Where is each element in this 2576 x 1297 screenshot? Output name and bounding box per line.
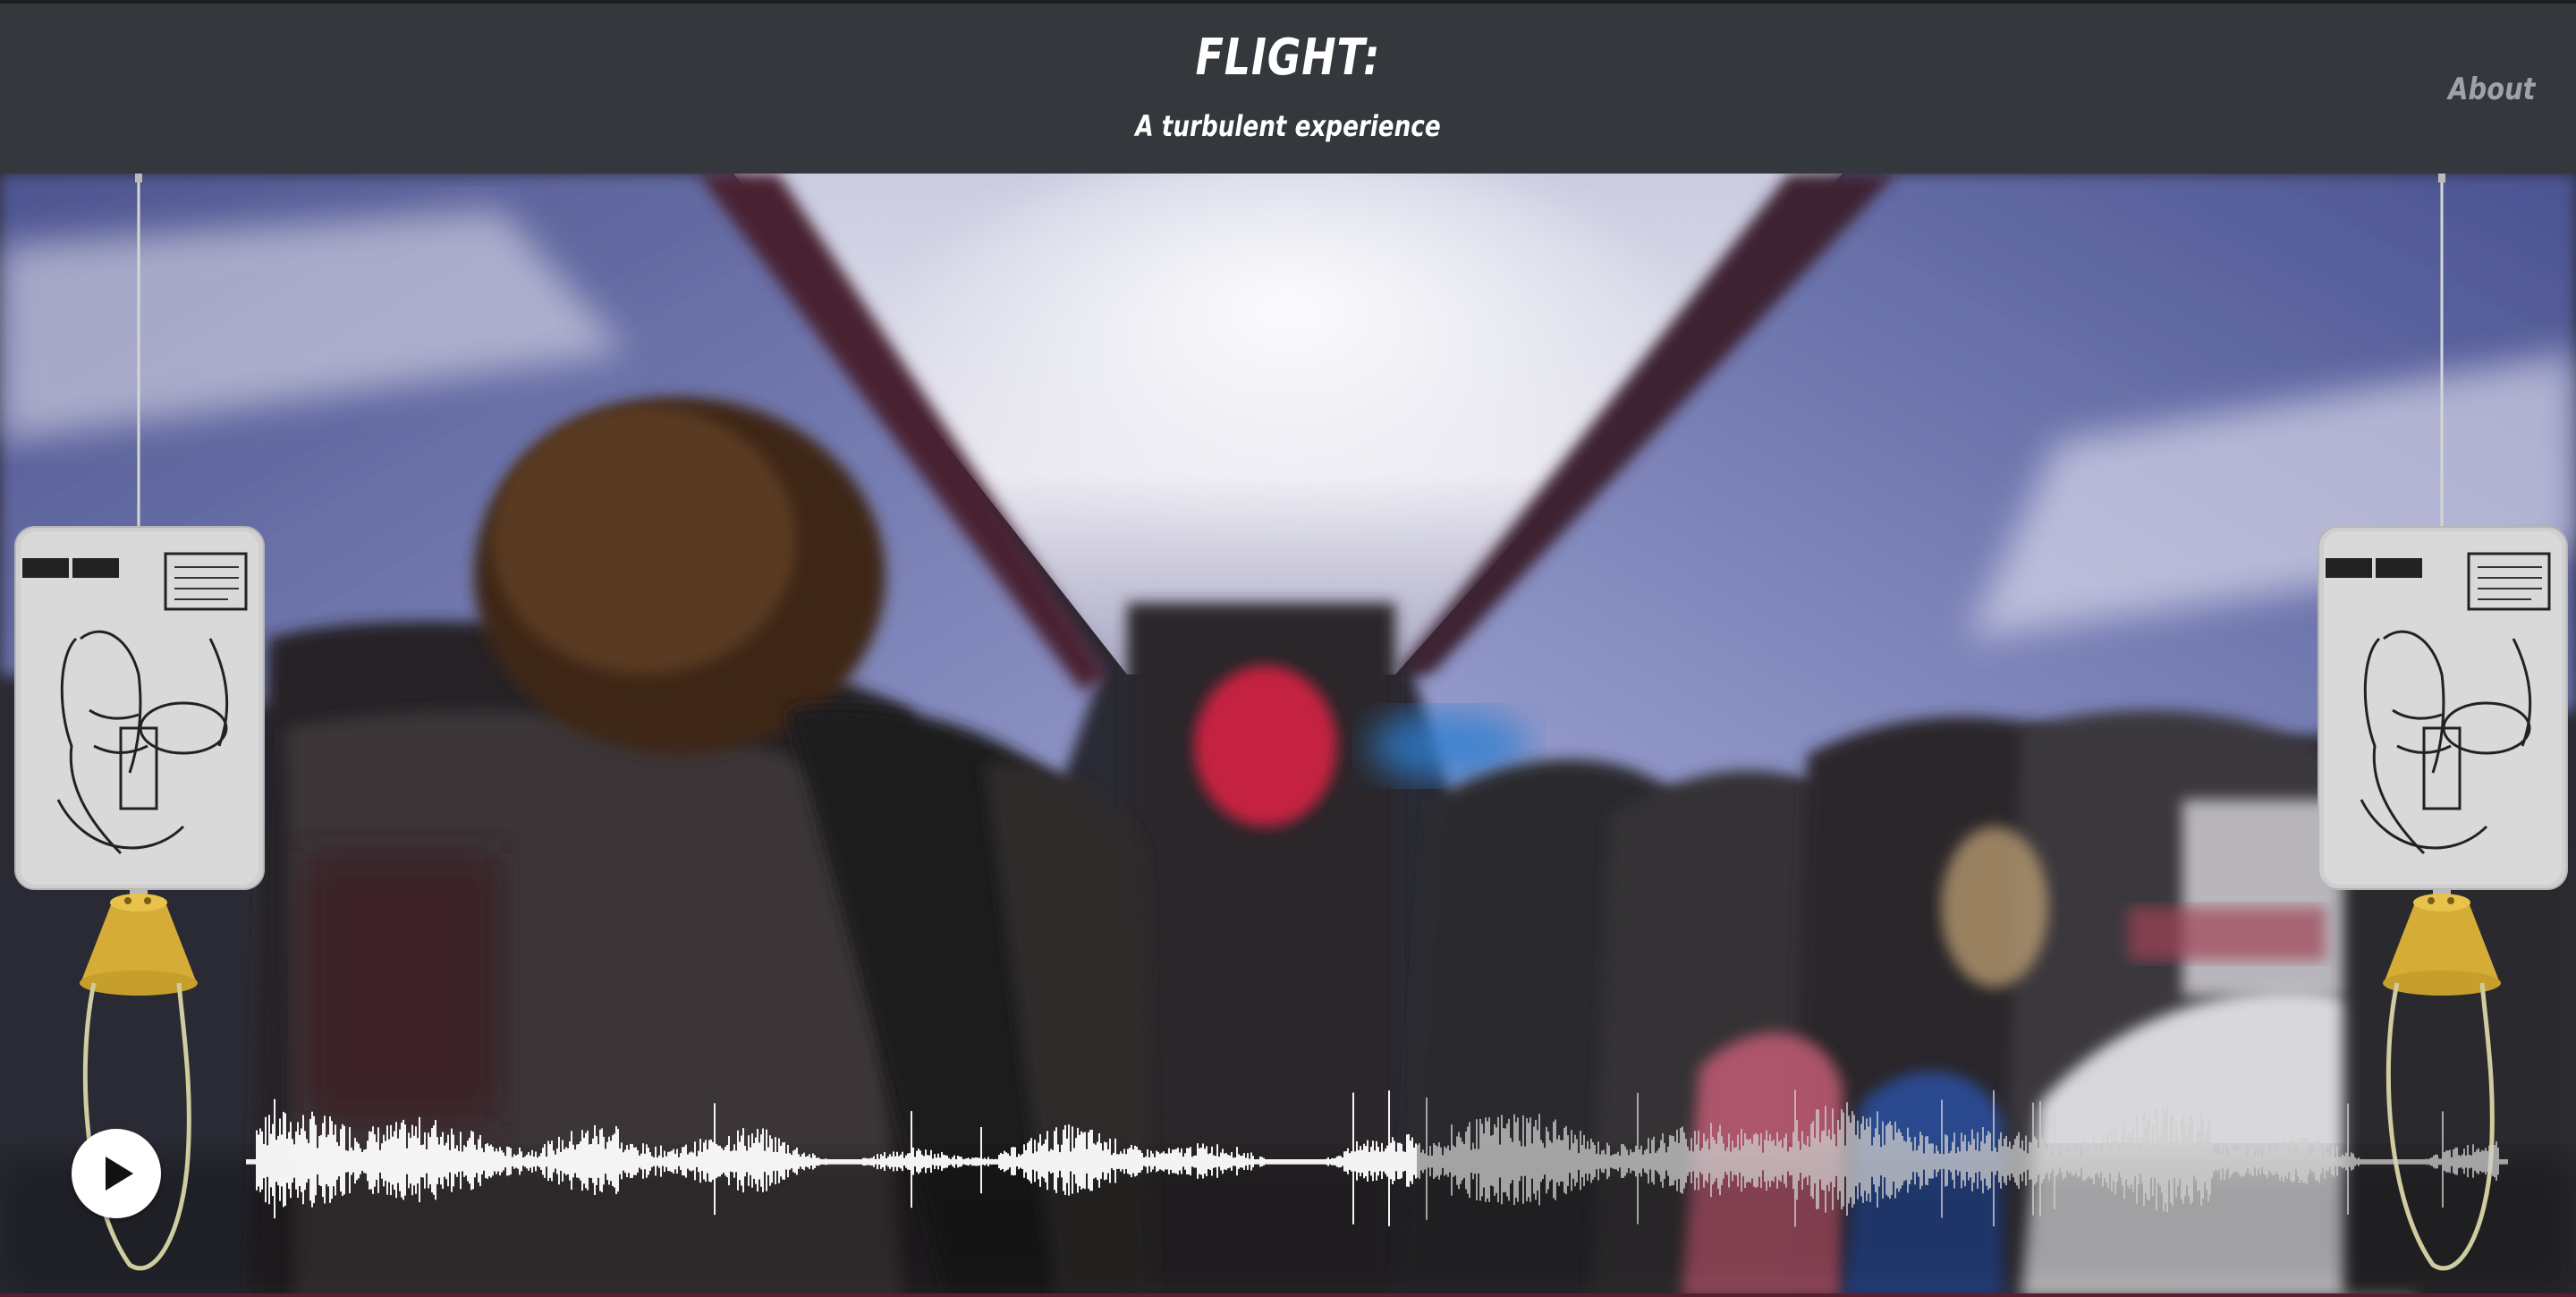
page-title: FLIGHT:	[1195, 29, 1381, 87]
play-button[interactable]	[72, 1129, 161, 1218]
page-subtitle: A turbulent experience	[1135, 109, 1441, 143]
oxygen-mask-icon	[4, 174, 273, 1297]
about-link[interactable]: About	[2448, 72, 2535, 107]
audio-waveform[interactable]	[246, 1086, 2509, 1238]
hero-background	[0, 174, 2576, 1297]
play-icon	[106, 1157, 133, 1191]
bottom-border	[0, 1293, 2576, 1297]
site-header: FLIGHT: A turbulent experience About	[0, 0, 2576, 174]
